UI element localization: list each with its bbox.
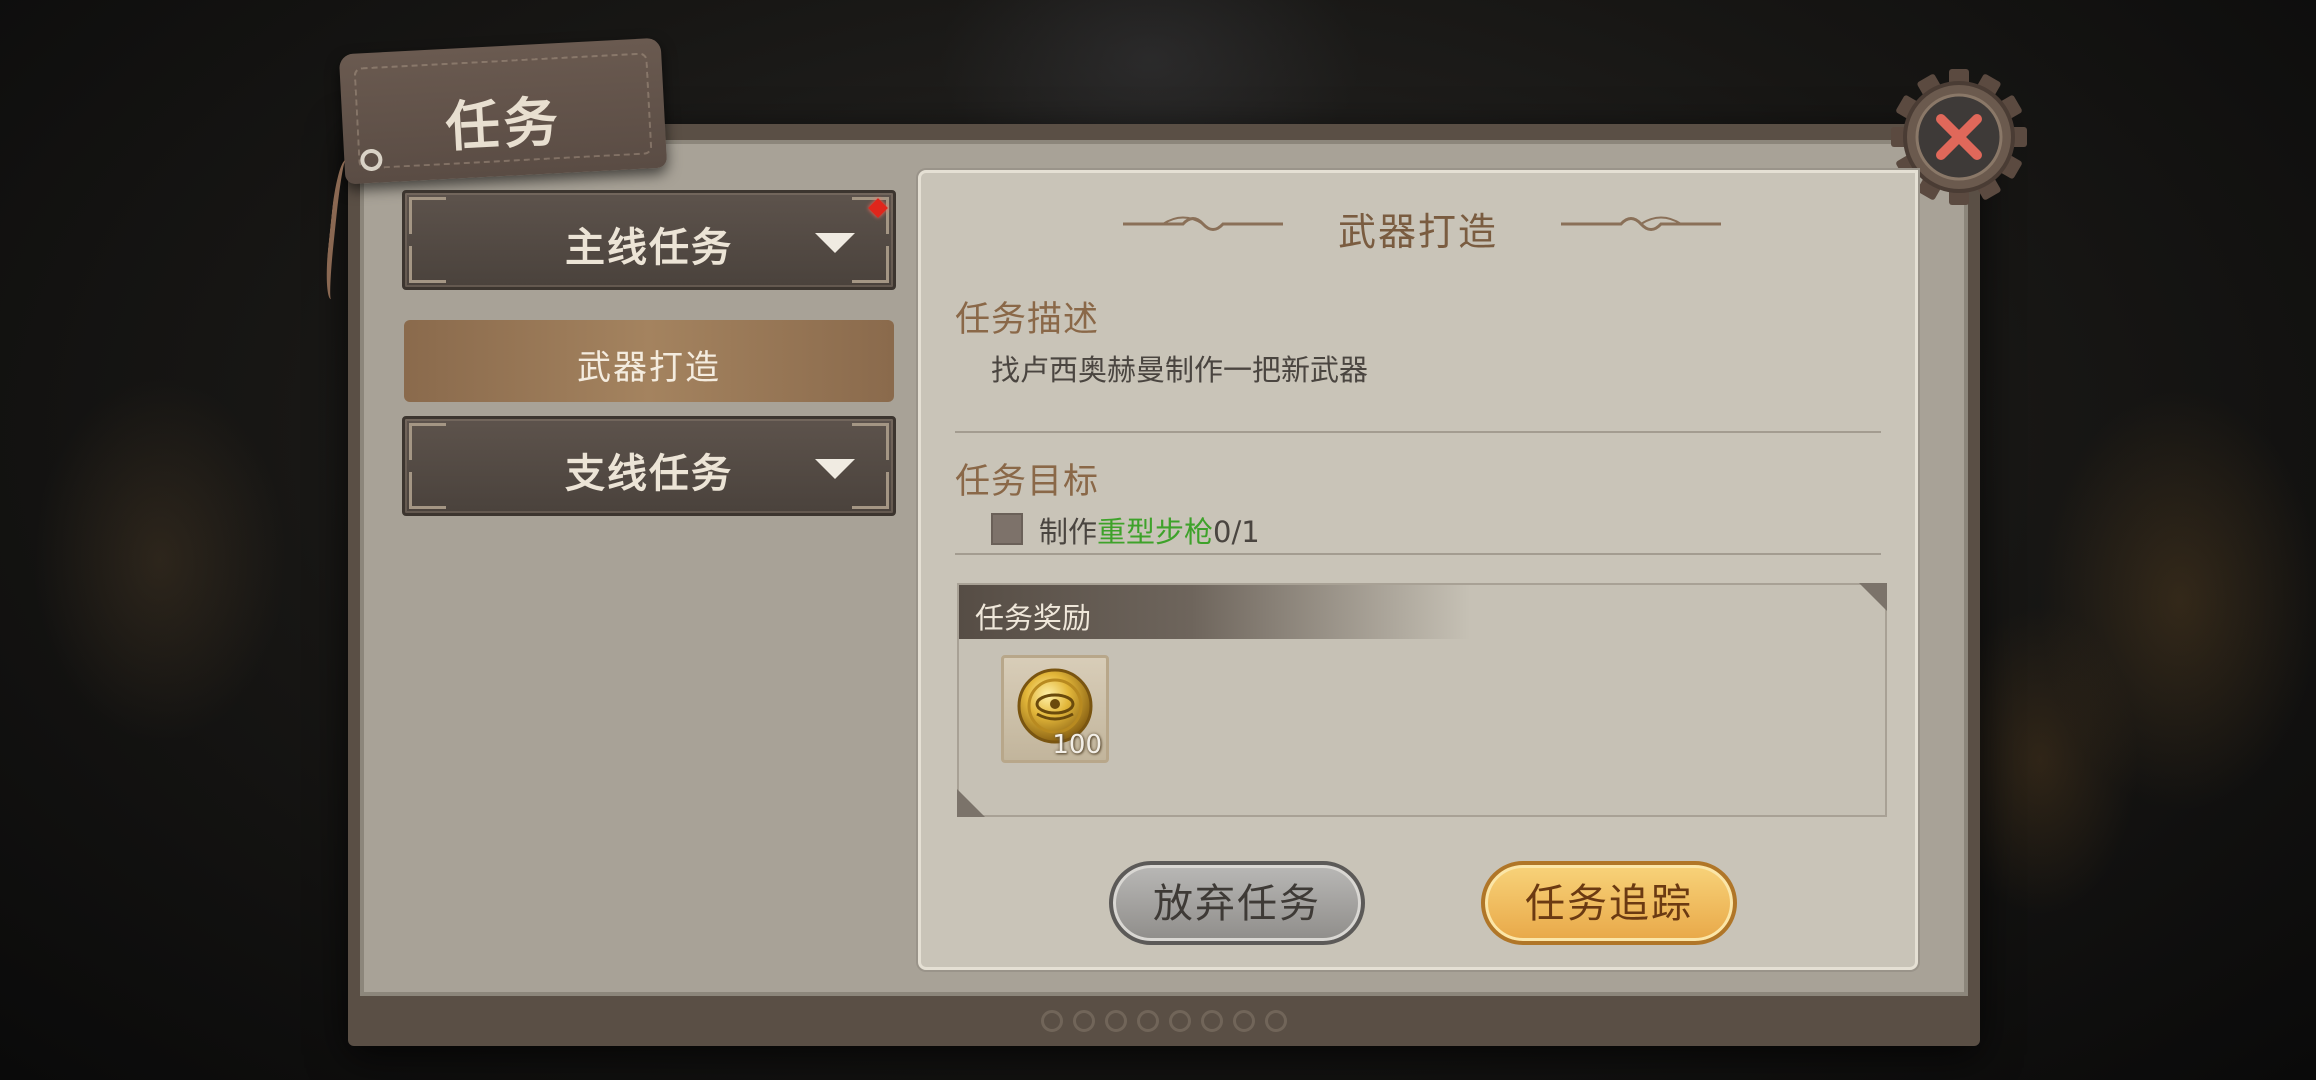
panel-bottom-ornament [348,1006,1980,1036]
quest-detail: 武器打造 任务描述 找卢西奥赫曼制作一把新武器 任务目标 制作重型步枪0/1 任… [918,170,1918,970]
chevron-down-icon [815,459,855,479]
abandon-quest-button[interactable]: 放弃任务 [1109,861,1365,945]
objective-target: 重型步枪 [1097,515,1214,549]
quest-title: 武器打造 [1337,210,1498,254]
objective-progress: 0/1 [1213,515,1260,549]
quest-item-label: 武器打造 [577,348,721,388]
reward-count: 100 [1052,730,1102,760]
reward-header: 任务奖励 [959,585,1889,639]
quest-description: 找卢西奥赫曼制作一把新武器 [991,353,1369,387]
reward-box: 任务奖励 100 [957,583,1889,817]
title-ornament-right-icon [1561,216,1721,231]
page-title: 任务 [444,89,564,159]
objective-heading: 任务目标 [955,462,1100,502]
objective-prefix: 制作 [1039,515,1098,549]
corner-ornament [957,789,985,817]
objective-text: 制作重型步枪0/1 [1039,509,1260,551]
corner-ornament [1859,583,1887,611]
title-tag: 任务 [338,37,668,185]
reward-heading: 任务奖励 [975,601,1092,635]
divider [955,431,1881,433]
category-side-quests[interactable]: 支线任务 [402,416,896,516]
chevron-down-icon [815,233,855,253]
divider [955,553,1881,555]
description-heading: 任务描述 [955,300,1100,340]
category-main-quests[interactable]: 主线任务 [402,190,896,290]
objective-checkbox [991,513,1023,545]
reward-item[interactable]: 100 [1001,655,1109,763]
quest-item-selected[interactable]: 武器打造 [404,320,894,402]
track-quest-button[interactable]: 任务追踪 [1481,861,1737,945]
